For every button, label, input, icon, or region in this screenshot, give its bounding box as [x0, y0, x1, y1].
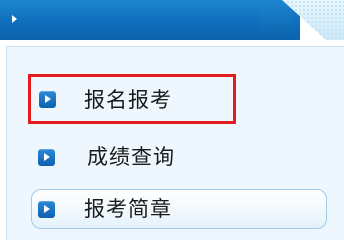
menu-header — [0, 0, 344, 40]
bullet-arrow-icon — [38, 149, 55, 166]
menu-item-label: 报考简章 — [84, 197, 172, 221]
side-menu-panel: 报名报考 成绩查询 报考简章 — [0, 0, 344, 240]
menu-item-label: 报名报考 — [84, 88, 172, 112]
menu-header-bar — [0, 0, 300, 40]
menu-item-exam-brochure[interactable]: 报考简章 — [31, 189, 327, 229]
menu-item-label: 成绩查询 — [87, 145, 175, 169]
bullet-arrow-icon — [39, 91, 56, 108]
menu-item-score-query[interactable]: 成绩查询 — [31, 137, 239, 177]
menu-item-registration[interactable]: 报名报考 — [28, 74, 236, 124]
arrow-right-icon — [12, 15, 17, 23]
bullet-arrow-icon — [38, 201, 55, 218]
